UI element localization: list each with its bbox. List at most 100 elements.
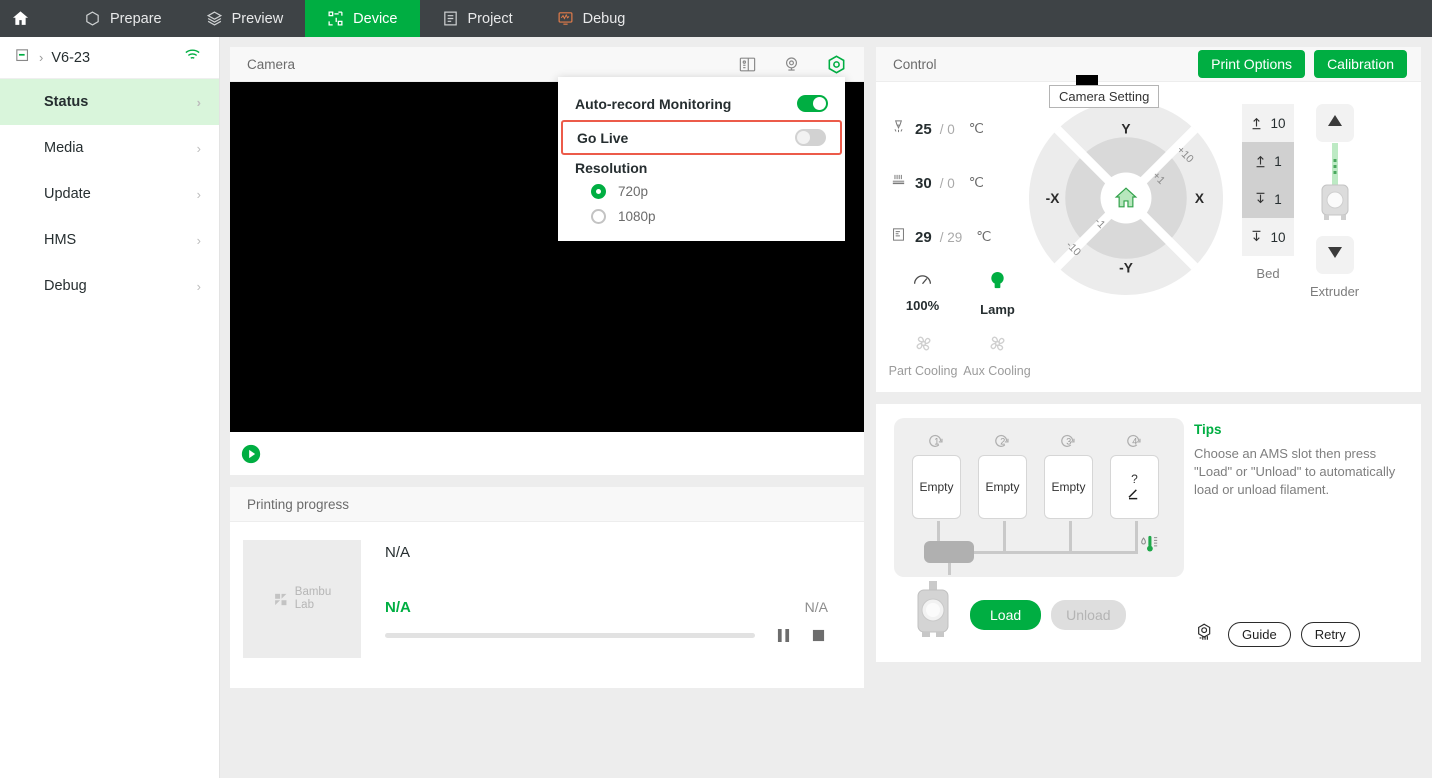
tube-slot-1 — [937, 521, 940, 543]
aux-cooling-fan-control[interactable]: Aux Cooling — [963, 333, 1031, 378]
camera-setting-tooltip: Camera Setting — [1049, 85, 1160, 108]
nav-tab-label: Preview — [231, 10, 284, 27]
ams-slot-label: ? — [1131, 471, 1138, 486]
print-speed-label: 100% — [905, 298, 940, 313]
unload-button: Unload — [1051, 599, 1126, 630]
nav-tab-device[interactable]: Device — [305, 0, 420, 37]
ams-slot-2[interactable]: Empty — [978, 455, 1027, 519]
extruder-graphic-wrap — [1312, 142, 1358, 236]
nav-tab-prepare[interactable]: Prepare — [62, 0, 184, 37]
play-icon[interactable] — [240, 443, 262, 465]
svg-text:X: X — [1195, 191, 1205, 206]
control-body: 25 / 0 ℃ 30 / 0 ℃ 29 / 29 ℃ 100% Lamp Pa… — [876, 82, 1421, 392]
right-column: Control Print Options Calibration 25 / 0… — [876, 47, 1421, 662]
ams-left: 1 2 3 4 Empty Empty Empty ? Load Unload — [894, 418, 1184, 648]
aux-cooling-label: Aux Cooling — [963, 364, 1031, 378]
control-header: Control Print Options Calibration — [876, 47, 1421, 82]
ams-panel: 1 2 3 4 Empty Empty Empty ? Load Unload … — [876, 404, 1421, 662]
tips-buttons: Guide Retry — [1194, 621, 1409, 648]
radio-1080p[interactable] — [591, 209, 606, 224]
go-live-label: Go Live — [577, 129, 629, 146]
nozzle-temp-current: 25 — [915, 120, 932, 138]
tube-slot-3 — [1069, 521, 1072, 551]
radio-720p[interactable] — [591, 184, 606, 199]
bed-step-value: 1 — [1274, 153, 1282, 169]
printer-icon — [14, 47, 31, 69]
ams-hub — [924, 541, 974, 563]
ams-slot-number-2: 2 — [978, 432, 1027, 450]
retry-button[interactable]: Retry — [1300, 622, 1360, 647]
brand-line-1: Bambu — [294, 586, 332, 599]
axis-control-wheel[interactable]: Y -Y -X X +10 +1 -1 -10 — [1026, 96, 1226, 378]
sidebar-item-media[interactable]: Media › — [0, 125, 219, 171]
z-axis-controls: 10 1 1 10 Bed Extruder — [1230, 96, 1359, 378]
bed-down-1-button[interactable]: 1 — [1242, 180, 1294, 218]
camera-panel: Camera Auto-record Monitoring Go Live Re… — [230, 47, 1160, 475]
calibration-button[interactable]: Calibration — [1314, 50, 1407, 78]
part-cooling-fan-control[interactable]: Part Cooling — [888, 333, 958, 378]
sidebar-item-hms[interactable]: HMS › — [0, 217, 219, 263]
nav-tab-project[interactable]: Project — [420, 0, 535, 37]
chamber-temperature-row[interactable]: 29 / 29 ℃ — [890, 210, 1022, 264]
nav-tab-debug[interactable]: Debug — [535, 0, 648, 37]
extruder-up-button[interactable] — [1315, 104, 1354, 142]
brand-line-2: Lab — [294, 599, 314, 611]
triangle-up-icon — [1327, 114, 1343, 132]
load-button[interactable]: Load — [970, 599, 1042, 630]
pause-icon[interactable] — [777, 628, 790, 643]
chamber-temp-current: 29 — [915, 228, 932, 246]
part-cooling-label: Part Cooling — [888, 364, 958, 378]
print-options-button[interactable]: Print Options — [1198, 50, 1306, 78]
ams-unit: 1 2 3 4 Empty Empty Empty ? — [894, 418, 1184, 577]
chevron-right-icon: › — [196, 94, 201, 110]
svg-text:4: 4 — [1132, 437, 1137, 447]
ams-slot-label: Empty — [919, 480, 954, 494]
extruder-column: Extruder — [1310, 104, 1359, 378]
bed-temperature-row[interactable]: 30 / 0 ℃ — [890, 156, 1022, 210]
home-icon[interactable] — [0, 0, 40, 37]
guide-button[interactable]: Guide — [1228, 622, 1291, 647]
camera-setting-gear-icon[interactable] — [826, 54, 847, 75]
sidebar: › V6-23 Status › Media › Update › HMS › … — [0, 37, 220, 778]
chevron-right-icon: › — [196, 278, 201, 294]
ams-slot-3[interactable]: Empty — [1044, 455, 1093, 519]
stop-icon[interactable] — [812, 628, 825, 643]
svg-text:-Y: -Y — [1119, 260, 1133, 275]
auto-record-toggle[interactable] — [797, 95, 828, 112]
bed-down-10-button[interactable]: 10 — [1242, 218, 1294, 256]
ams-slot-4[interactable]: ? — [1110, 455, 1159, 519]
sidebar-item-debug[interactable]: Debug › — [0, 263, 219, 309]
auto-record-monitoring-row[interactable]: Auto-record Monitoring — [558, 87, 845, 120]
go-live-toggle[interactable] — [795, 129, 826, 146]
nav-tab-preview[interactable]: Preview — [184, 0, 306, 37]
resolution-option-1080p[interactable]: 1080p — [558, 204, 845, 229]
ams-actions-row: Load Unload — [894, 581, 1184, 648]
bed-up-10-button[interactable]: 10 — [1242, 104, 1294, 142]
camera-toolbar — [738, 54, 847, 75]
printer-selector[interactable]: › V6-23 — [0, 37, 219, 79]
sidebar-item-status[interactable]: Status › — [0, 79, 219, 125]
sdcard-icon[interactable] — [738, 55, 757, 74]
lamp-control[interactable]: Lamp — [973, 270, 1022, 317]
go-live-row[interactable]: Go Live — [561, 120, 842, 155]
print-speed-control[interactable]: 100% — [898, 270, 947, 317]
progress-bar-row — [385, 628, 848, 643]
extruder-down-button[interactable] — [1315, 236, 1354, 274]
temp-unit: ℃ — [968, 121, 984, 136]
left-column: Camera Auto-record Monitoring Go Live Re… — [230, 47, 1160, 688]
resolution-option-label: 720p — [618, 184, 649, 199]
ams-slot-1[interactable]: Empty — [912, 455, 961, 519]
nozzle-temperature-row[interactable]: 25 / 0 ℃ — [890, 102, 1022, 156]
tube-slot-2 — [1003, 521, 1006, 551]
bed-caption: Bed — [1256, 266, 1280, 281]
bed-temp-current: 30 — [915, 174, 932, 192]
resolution-option-720p[interactable]: 720p — [558, 179, 845, 204]
humidity-thermometer-icon — [1138, 534, 1160, 559]
resolution-option-label: 1080p — [618, 209, 656, 224]
filament-sensor-icon[interactable] — [1194, 621, 1218, 648]
edit-pencil-icon[interactable] — [1127, 488, 1142, 503]
sidebar-item-update[interactable]: Update › — [0, 171, 219, 217]
bed-up-1-button[interactable]: 1 — [1242, 142, 1294, 180]
webcam-icon[interactable] — [782, 55, 801, 74]
nozzle-temp-target: / 0 — [939, 121, 955, 137]
